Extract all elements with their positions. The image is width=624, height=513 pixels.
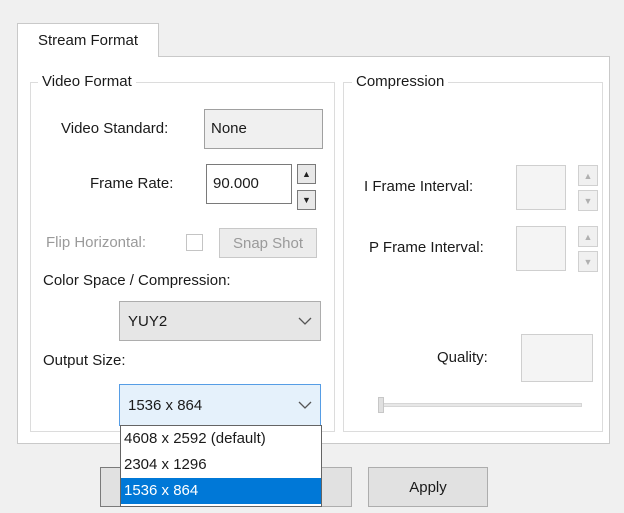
triangle-up-icon: ▲	[583, 170, 593, 181]
chevron-down-icon	[298, 317, 312, 325]
triangle-up-icon: ▲	[302, 169, 311, 179]
quality-label: Quality:	[437, 349, 488, 366]
output-size-dropdown-list: 4608 x 2592 (default) 2304 x 1296 1536 x…	[120, 425, 322, 507]
color-space-select[interactable]: YUY2	[119, 301, 321, 341]
frame-rate-down-button[interactable]: ▼	[297, 190, 316, 210]
snap-shot-button[interactable]: Snap Shot	[219, 228, 317, 258]
i-frame-up-button[interactable]: ▲	[578, 165, 598, 186]
quality-slider-thumb[interactable]	[378, 397, 384, 413]
output-size-select[interactable]: 1536 x 864	[119, 384, 321, 426]
frame-rate-label: Frame Rate:	[90, 175, 174, 192]
color-space-label: Color Space / Compression:	[43, 272, 231, 289]
p-frame-interval-label: P Frame Interval:	[369, 239, 484, 256]
video-standard-value: None	[211, 120, 247, 137]
p-frame-interval-input[interactable]	[516, 226, 566, 271]
flip-horizontal-label: Flip Horizontal:	[46, 234, 147, 251]
dropdown-option-4608x2592[interactable]: 4608 x 2592 (default)	[121, 426, 321, 452]
output-size-value: 1536 x 864	[128, 396, 203, 414]
video-standard-field: None	[204, 109, 323, 149]
chevron-down-icon	[298, 401, 312, 409]
video-standard-label: Video Standard:	[61, 120, 169, 137]
p-frame-down-button[interactable]: ▼	[578, 251, 598, 272]
tab-label: Stream Format	[37, 32, 139, 49]
output-size-label: Output Size:	[43, 352, 126, 369]
dropdown-option-1536x864[interactable]: 1536 x 864	[121, 478, 321, 504]
frame-rate-value: 90.000	[213, 175, 259, 192]
snap-shot-label: Snap Shot	[232, 234, 304, 252]
compression-legend: Compression	[352, 73, 449, 91]
triangle-down-icon: ▼	[583, 195, 593, 206]
i-frame-interval-input[interactable]	[516, 165, 566, 210]
apply-label: Apply	[409, 478, 447, 496]
flip-horizontal-checkbox[interactable]	[186, 234, 203, 251]
apply-button[interactable]: Apply	[368, 467, 488, 507]
quality-slider-track[interactable]	[381, 403, 582, 407]
triangle-down-icon: ▼	[302, 195, 311, 205]
tab-stream-format[interactable]: Stream Format	[17, 23, 159, 57]
frame-rate-up-button[interactable]: ▲	[297, 164, 316, 184]
color-space-value: YUY2	[128, 312, 168, 330]
triangle-down-icon: ▼	[583, 256, 593, 267]
triangle-up-icon: ▲	[583, 231, 593, 242]
dropdown-option-2304x1296[interactable]: 2304 x 1296	[121, 452, 321, 478]
video-format-legend: Video Format	[38, 73, 136, 91]
frame-rate-input[interactable]: 90.000	[206, 164, 292, 204]
i-frame-interval-label: I Frame Interval:	[364, 178, 474, 195]
p-frame-up-button[interactable]: ▲	[578, 226, 598, 247]
quality-input[interactable]	[521, 334, 593, 382]
i-frame-down-button[interactable]: ▼	[578, 190, 598, 211]
